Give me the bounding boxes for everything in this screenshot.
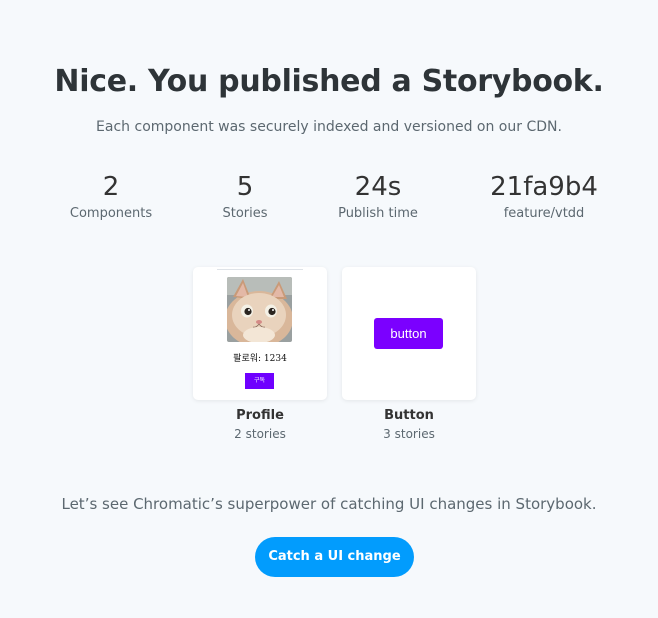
publish-success-page: Nice. You published a Storybook. Each co…: [0, 0, 658, 618]
component-card-button[interactable]: button: [342, 267, 476, 400]
stat-value: 24s: [354, 172, 402, 202]
component-story-count: 2 stories: [234, 427, 286, 441]
stat-label: Stories: [222, 206, 268, 221]
follow-button[interactable]: 구독: [245, 373, 274, 389]
stat-value: 2: [102, 172, 120, 202]
stat-publish-time: 24s Publish time: [303, 170, 453, 221]
stat-stories: 5 Stories: [170, 170, 320, 221]
catch-ui-change-button[interactable]: Catch a UI change: [255, 537, 414, 577]
stat-label: feature/vtdd: [503, 206, 585, 221]
stat-label: Components: [69, 206, 153, 221]
follower-count-text: 팔로워: 1234: [233, 354, 287, 364]
stat-components: 2 Components: [36, 170, 186, 221]
stat-value: 5: [236, 172, 254, 202]
component-card-profile[interactable]: 팔로워: 1234 구독: [193, 267, 327, 400]
divider: [217, 269, 303, 270]
preview-button[interactable]: button: [374, 318, 443, 349]
stat-label: Publish time: [338, 206, 418, 221]
page-subtitle: Each component was securely indexed and …: [96, 119, 562, 135]
component-name[interactable]: Profile: [193, 408, 327, 423]
cat-avatar-image: [227, 277, 292, 342]
component-name[interactable]: Button: [342, 408, 476, 423]
stat-value: 21fa9b4: [490, 172, 598, 202]
component-story-count: 3 stories: [383, 427, 435, 441]
page-title: Nice. You published a Storybook.: [54, 64, 604, 99]
stat-commit: 21fa9b4 feature/vtdd: [469, 170, 619, 221]
next-step-prompt: Let’s see Chromatic’s superpower of catc…: [61, 495, 597, 513]
